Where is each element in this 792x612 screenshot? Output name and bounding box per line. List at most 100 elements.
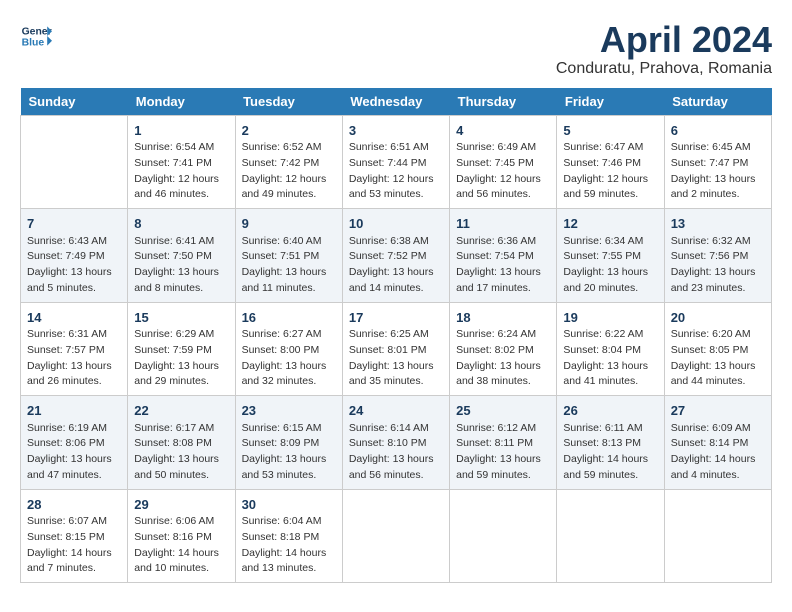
day-info: Sunset: 8:15 PM [27, 530, 121, 546]
day-info: Daylight: 14 hours [134, 546, 228, 562]
calendar-week-row: 7Sunrise: 6:43 AMSunset: 7:49 PMDaylight… [21, 209, 772, 303]
day-info: and 20 minutes. [563, 281, 657, 297]
day-number: 20 [671, 308, 765, 328]
day-info: Daylight: 13 hours [134, 359, 228, 375]
day-info: and 41 minutes. [563, 374, 657, 390]
calendar-week-row: 21Sunrise: 6:19 AMSunset: 8:06 PMDayligh… [21, 396, 772, 490]
table-row: 1Sunrise: 6:54 AMSunset: 7:41 PMDaylight… [128, 115, 235, 209]
day-info: Daylight: 13 hours [242, 265, 336, 281]
day-info: Daylight: 13 hours [349, 265, 443, 281]
day-info: Sunset: 7:54 PM [456, 249, 550, 265]
day-info: Sunrise: 6:36 AM [456, 234, 550, 250]
table-row: 6Sunrise: 6:45 AMSunset: 7:47 PMDaylight… [664, 115, 771, 209]
day-info: Daylight: 13 hours [242, 359, 336, 375]
table-row: 24Sunrise: 6:14 AMSunset: 8:10 PMDayligh… [342, 396, 449, 490]
day-number: 17 [349, 308, 443, 328]
day-info: Sunset: 8:09 PM [242, 436, 336, 452]
day-number: 27 [671, 401, 765, 421]
day-info: Sunset: 8:18 PM [242, 530, 336, 546]
day-info: Sunset: 7:50 PM [134, 249, 228, 265]
day-info: Sunset: 7:55 PM [563, 249, 657, 265]
day-number: 24 [349, 401, 443, 421]
table-row: 16Sunrise: 6:27 AMSunset: 8:00 PMDayligh… [235, 302, 342, 396]
day-number: 16 [242, 308, 336, 328]
day-info: Daylight: 12 hours [563, 172, 657, 188]
header-sunday: Sunday [21, 88, 128, 116]
table-row: 18Sunrise: 6:24 AMSunset: 8:02 PMDayligh… [450, 302, 557, 396]
table-row: 3Sunrise: 6:51 AMSunset: 7:44 PMDaylight… [342, 115, 449, 209]
day-info: Sunrise: 6:15 AM [242, 421, 336, 437]
day-info: Daylight: 12 hours [456, 172, 550, 188]
day-number: 11 [456, 214, 550, 234]
day-info: and 35 minutes. [349, 374, 443, 390]
day-info: Sunrise: 6:31 AM [27, 327, 121, 343]
day-info: Sunrise: 6:41 AM [134, 234, 228, 250]
day-number: 25 [456, 401, 550, 421]
day-info: and 11 minutes. [242, 281, 336, 297]
day-number: 23 [242, 401, 336, 421]
day-number: 5 [563, 121, 657, 141]
day-info: Daylight: 14 hours [671, 452, 765, 468]
day-info: and 47 minutes. [27, 468, 121, 484]
calendar-week-row: 14Sunrise: 6:31 AMSunset: 7:57 PMDayligh… [21, 302, 772, 396]
day-number: 10 [349, 214, 443, 234]
table-row: 28Sunrise: 6:07 AMSunset: 8:15 PMDayligh… [21, 489, 128, 583]
day-number: 3 [349, 121, 443, 141]
day-info: Sunrise: 6:06 AM [134, 514, 228, 530]
day-info: Sunrise: 6:54 AM [134, 140, 228, 156]
day-info: Sunrise: 6:32 AM [671, 234, 765, 250]
day-number: 2 [242, 121, 336, 141]
table-row: 7Sunrise: 6:43 AMSunset: 7:49 PMDaylight… [21, 209, 128, 303]
header-wednesday: Wednesday [342, 88, 449, 116]
table-row: 29Sunrise: 6:06 AMSunset: 8:16 PMDayligh… [128, 489, 235, 583]
day-info: and 38 minutes. [456, 374, 550, 390]
day-info: and 26 minutes. [27, 374, 121, 390]
day-number: 26 [563, 401, 657, 421]
table-row: 10Sunrise: 6:38 AMSunset: 7:52 PMDayligh… [342, 209, 449, 303]
logo: General Blue [20, 20, 52, 52]
day-info: and 50 minutes. [134, 468, 228, 484]
day-number: 12 [563, 214, 657, 234]
day-info: Sunset: 8:14 PM [671, 436, 765, 452]
day-info: and 49 minutes. [242, 187, 336, 203]
table-row: 4Sunrise: 6:49 AMSunset: 7:45 PMDaylight… [450, 115, 557, 209]
day-number: 13 [671, 214, 765, 234]
table-row: 2Sunrise: 6:52 AMSunset: 7:42 PMDaylight… [235, 115, 342, 209]
calendar-header-row: Sunday Monday Tuesday Wednesday Thursday… [21, 88, 772, 116]
svg-text:Blue: Blue [22, 38, 45, 49]
table-row: 8Sunrise: 6:41 AMSunset: 7:50 PMDaylight… [128, 209, 235, 303]
page-header: General Blue April 2024 Conduratu, Praho… [20, 20, 772, 78]
day-info: Sunrise: 6:25 AM [349, 327, 443, 343]
location-subtitle: Conduratu, Prahova, Romania [556, 60, 772, 78]
day-info: Sunset: 7:56 PM [671, 249, 765, 265]
day-info: and 13 minutes. [242, 561, 336, 577]
day-info: Sunset: 8:16 PM [134, 530, 228, 546]
day-info: Sunrise: 6:52 AM [242, 140, 336, 156]
header-monday: Monday [128, 88, 235, 116]
day-info: Daylight: 13 hours [456, 359, 550, 375]
day-info: Sunrise: 6:17 AM [134, 421, 228, 437]
day-info: and 53 minutes. [242, 468, 336, 484]
day-info: Daylight: 13 hours [27, 359, 121, 375]
day-info: Daylight: 13 hours [27, 265, 121, 281]
day-info: Daylight: 14 hours [563, 452, 657, 468]
table-row: 13Sunrise: 6:32 AMSunset: 7:56 PMDayligh… [664, 209, 771, 303]
table-row: 25Sunrise: 6:12 AMSunset: 8:11 PMDayligh… [450, 396, 557, 490]
day-info: and 17 minutes. [456, 281, 550, 297]
day-info: Daylight: 13 hours [563, 359, 657, 375]
day-info: Daylight: 13 hours [456, 452, 550, 468]
logo-icon: General Blue [20, 20, 52, 52]
day-info: Sunrise: 6:27 AM [242, 327, 336, 343]
day-info: Sunset: 8:04 PM [563, 343, 657, 359]
day-info: Sunset: 7:45 PM [456, 156, 550, 172]
day-info: and 56 minutes. [456, 187, 550, 203]
day-info: Sunrise: 6:29 AM [134, 327, 228, 343]
table-row: 9Sunrise: 6:40 AMSunset: 7:51 PMDaylight… [235, 209, 342, 303]
day-info: Sunset: 8:13 PM [563, 436, 657, 452]
day-info: Daylight: 13 hours [671, 359, 765, 375]
day-info: and 56 minutes. [349, 468, 443, 484]
table-row [664, 489, 771, 583]
day-info: Daylight: 14 hours [27, 546, 121, 562]
day-info: Daylight: 13 hours [349, 452, 443, 468]
day-info: Sunrise: 6:47 AM [563, 140, 657, 156]
